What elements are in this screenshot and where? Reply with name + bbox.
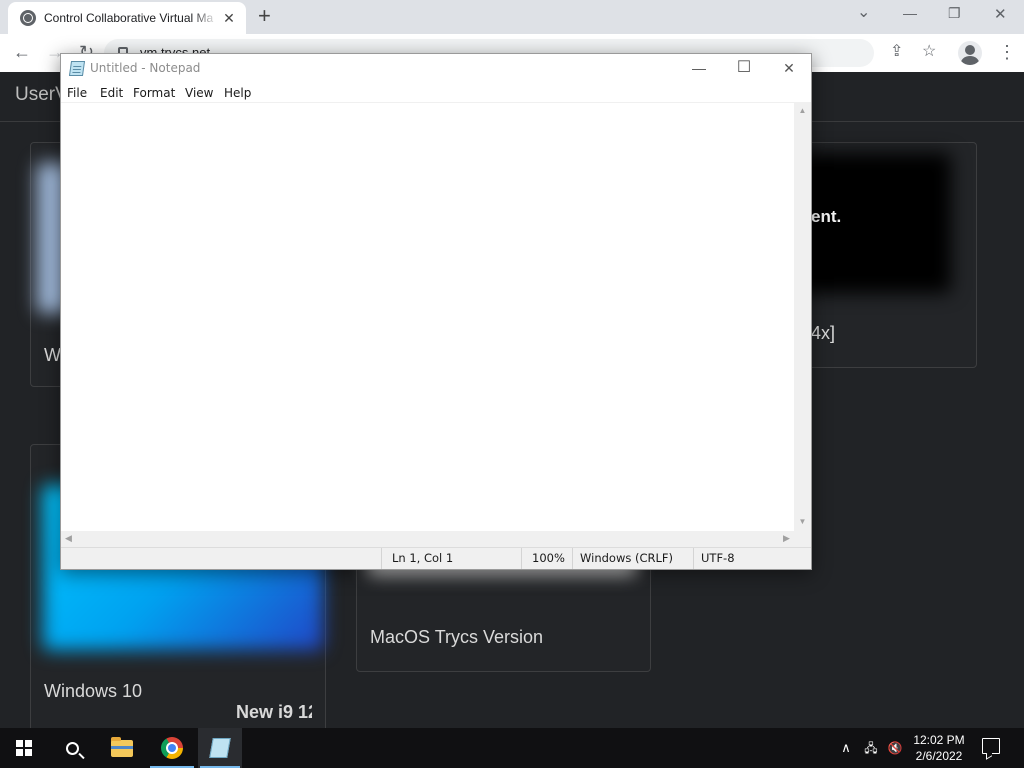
chrome-taskbar-button[interactable] (148, 728, 196, 768)
menu-view[interactable]: View (185, 86, 213, 100)
vm-card-badge: New i9 12 (236, 702, 312, 722)
search-icon (65, 741, 79, 755)
notepad-titlebar[interactable]: Untitled - Notepad — ☐ ✕ (61, 54, 811, 83)
notepad-maximize-button[interactable]: ☐ (721, 57, 767, 81)
network-icon[interactable]: 🖧 (860, 728, 882, 768)
vm-card[interactable]: ent. 4x] (790, 142, 977, 368)
globe-icon (20, 10, 36, 26)
browser-tab[interactable]: Control Collaborative Virtual Ma ✕ (8, 2, 246, 34)
minimize-window-button[interactable]: — (903, 5, 917, 21)
horizontal-scrollbar[interactable]: ◀ ▶ (61, 531, 794, 547)
search-button[interactable] (48, 728, 96, 768)
tab-search-icon[interactable]: ⌄ (857, 2, 870, 22)
menu-help[interactable]: Help (224, 86, 251, 100)
notepad-title: Untitled - Notepad (90, 61, 201, 75)
notepad-text-area[interactable] (61, 103, 794, 531)
show-hidden-icons-button[interactable]: ∧ (836, 728, 856, 768)
line-ending: Windows (CRLF) (572, 548, 693, 569)
back-button[interactable]: ← (13, 42, 31, 62)
scroll-down-icon[interactable]: ▼ (794, 517, 811, 526)
vm-card-title: W (44, 345, 61, 365)
folder-icon (111, 736, 133, 757)
notepad-menubar: File Edit Format View Help (61, 83, 811, 103)
notepad-close-button[interactable]: ✕ (766, 57, 812, 81)
vertical-scrollbar[interactable]: ▲ ▼ (794, 103, 811, 531)
clock-date: 2/6/2022 (915, 749, 963, 763)
scroll-left-icon[interactable]: ◀ (65, 533, 72, 544)
vm-card-description: ent. (811, 207, 842, 226)
scroll-right-icon[interactable]: ▶ (783, 533, 790, 544)
close-window-button[interactable]: ✕ (994, 5, 1007, 23)
browser-menu-icon[interactable]: ⋮ (998, 43, 1016, 61)
encoding: UTF-8 (693, 548, 811, 569)
profile-avatar[interactable] (958, 41, 982, 65)
tab-close-icon[interactable]: ✕ (222, 10, 236, 27)
new-tab-button[interactable]: + (258, 5, 271, 27)
share-icon[interactable]: ⇪ (890, 43, 903, 61)
notepad-taskbar-button[interactable] (198, 728, 242, 768)
notepad-minimize-button[interactable]: — (676, 57, 722, 81)
menu-file[interactable]: File (67, 86, 87, 100)
cursor-position: Ln 1, Col 1 (381, 548, 521, 569)
scrollbar-corner (794, 531, 811, 547)
menu-format[interactable]: Format (133, 86, 175, 100)
volume-muted-icon[interactable]: 🔇 (884, 728, 906, 768)
scroll-up-icon[interactable]: ▲ (794, 106, 811, 115)
notepad-window: Untitled - Notepad — ☐ ✕ File Edit Forma… (60, 53, 812, 570)
taskbar: ∧ 🖧 🔇 12:02 PM 2/6/2022 (0, 728, 1024, 768)
restore-window-button[interactable]: ❐ (948, 5, 961, 22)
notification-icon[interactable] (982, 738, 1000, 754)
tab-strip: Control Collaborative Virtual Ma ✕ + ⌄ —… (0, 0, 1024, 34)
vm-card-title: 4x] (811, 323, 836, 343)
zoom-level: 100% (521, 548, 572, 569)
notepad-statusbar: Ln 1, Col 1 100% Windows (CRLF) UTF-8 (61, 547, 811, 569)
notepad-icon (68, 61, 86, 76)
vm-card-title: Windows 10 (44, 681, 143, 701)
clock[interactable]: 12:02 PM 2/6/2022 (906, 732, 972, 764)
menu-edit[interactable]: Edit (100, 86, 123, 100)
tab-title: Control Collaborative Virtual Ma (44, 11, 214, 25)
notepad-icon (209, 738, 231, 758)
bookmark-star-icon[interactable]: ☆ (922, 43, 936, 61)
file-explorer-button[interactable] (98, 728, 146, 768)
clock-time: 12:02 PM (913, 733, 965, 747)
windows-logo-icon (16, 740, 32, 756)
start-button[interactable] (0, 728, 48, 768)
vm-card-title: MacOS Trycs Version (370, 627, 544, 647)
chrome-icon (161, 737, 183, 759)
